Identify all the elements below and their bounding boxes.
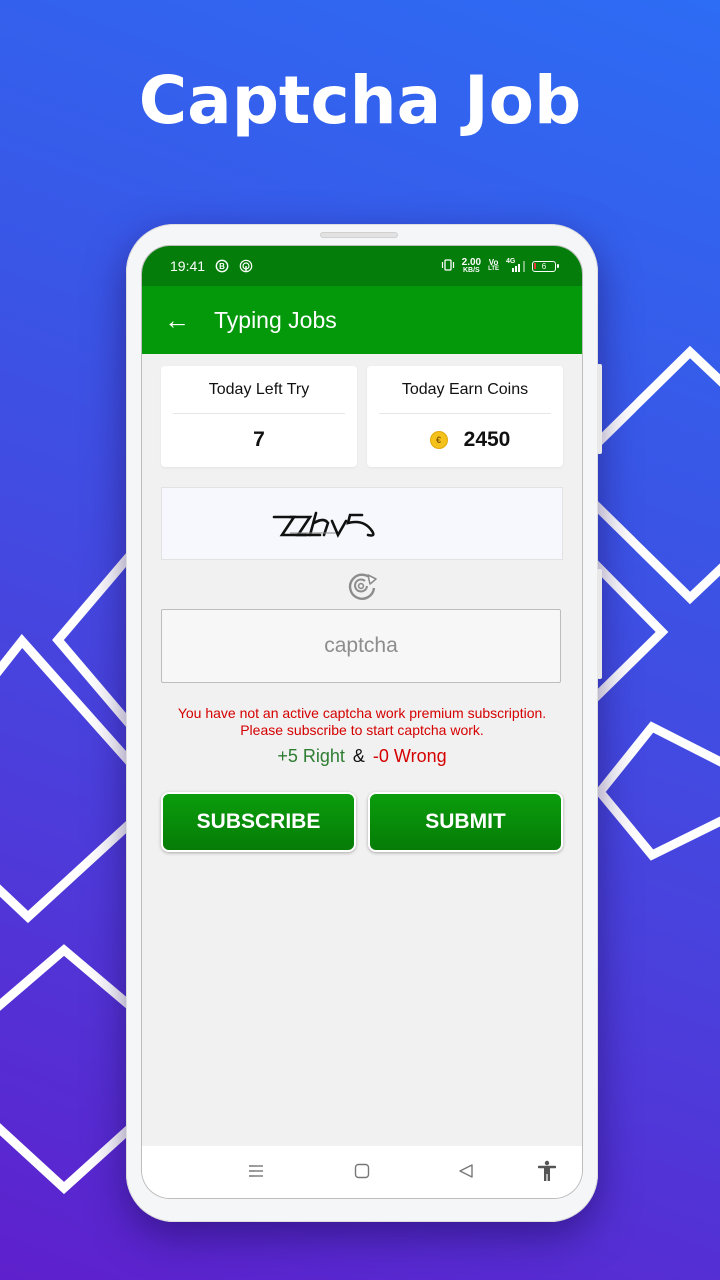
svg-text:B: B — [219, 262, 225, 271]
status-bar: 19:41 B 2.00 KB/S Vo LTE 4G 6 — [142, 246, 582, 286]
b-badge-icon: B — [215, 259, 229, 273]
hero-title: Captcha Job — [138, 62, 582, 139]
earn-coins-value: 2450 — [463, 428, 511, 451]
score-line: +5 Right & -0 Wrong — [277, 746, 447, 766]
hotspot-icon — [239, 259, 253, 273]
back-icon[interactable] — [458, 1163, 474, 1184]
captcha-distorted-text — [272, 511, 375, 538]
app-bar: ← Typing Jobs — [142, 286, 582, 354]
home-icon[interactable] — [354, 1163, 370, 1184]
net-speed: 2.00 KB/S — [461, 257, 482, 275]
refresh-captcha-button[interactable] — [161, 568, 563, 604]
battery-icon: 6 — [532, 260, 559, 272]
refresh-icon — [348, 573, 377, 600]
signal-icon: 4G — [506, 258, 525, 272]
diamond-shape — [594, 721, 720, 861]
left-try-label: Today Left Try — [173, 366, 345, 414]
phone-side-button — [597, 364, 602, 454]
action-buttons: SUBSCRIBE SUBMIT — [161, 792, 563, 852]
earn-coins-label: Today Earn Coins — [379, 366, 551, 414]
left-try-value: 7 — [253, 428, 265, 451]
system-nav-bar — [142, 1146, 582, 1198]
coin-icon: € — [429, 431, 448, 449]
menu-icon[interactable] — [248, 1163, 264, 1184]
phone-screen: 19:41 B 2.00 KB/S Vo LTE 4G 6 ← Typing J… — [142, 246, 582, 1198]
accessibility-icon[interactable] — [537, 1160, 557, 1187]
subscribe-button[interactable]: SUBSCRIBE — [161, 792, 356, 852]
phone-frame: 19:41 B 2.00 KB/S Vo LTE 4G 6 ← Typing J… — [126, 224, 602, 1222]
stats-cards: Today Left Try 7 Today Earn Coins € 2450 — [161, 366, 563, 467]
phone-speaker — [320, 232, 398, 238]
page-title: Typing Jobs — [214, 306, 337, 333]
wrong-count: -0 Wrong — [372, 746, 447, 766]
right-count: +5 Right — [277, 746, 345, 766]
status-time: 19:41 — [170, 258, 206, 274]
vibrate-icon — [441, 258, 455, 274]
subscription-notice: You have not an active captcha work prem… — [177, 705, 547, 738]
submit-button[interactable]: SUBMIT — [368, 792, 563, 852]
arrow-left-icon[interactable]: ← — [164, 307, 190, 333]
main-content: Today Left Try 7 Today Earn Coins € 2450 — [142, 354, 582, 852]
captcha-image — [161, 487, 563, 560]
earn-coins-card: Today Earn Coins € 2450 — [367, 366, 563, 467]
left-try-card: Today Left Try 7 — [161, 366, 357, 467]
phone-side-button — [597, 569, 602, 679]
captcha-input[interactable] — [161, 609, 561, 683]
volte-icon: Vo LTE — [488, 258, 499, 273]
